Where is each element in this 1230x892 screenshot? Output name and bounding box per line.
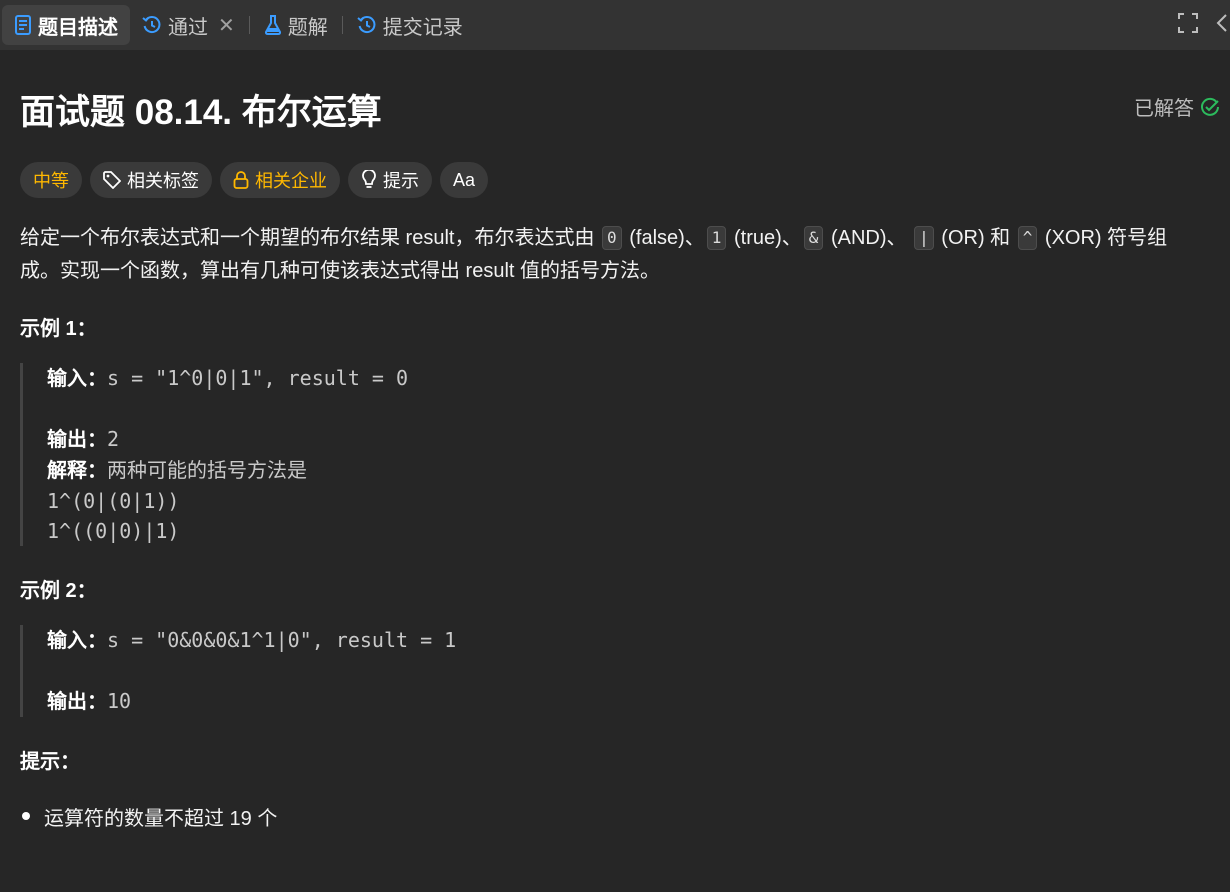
related-companies-label: 相关企业: [255, 171, 327, 191]
difficulty-label: 中等: [33, 171, 69, 191]
list-item: 运算符的数量不超过 19 个: [22, 802, 1210, 831]
fullscreen-icon[interactable]: [1178, 12, 1198, 38]
tab-description-label: 题目描述: [38, 16, 118, 39]
example-1-heading: 示例 1：: [20, 318, 97, 340]
tab-solutions-label: 题解: [287, 16, 328, 39]
output-label: 输出：: [47, 429, 107, 451]
tab-bar-actions: [1178, 0, 1230, 50]
input-label: 输入：: [47, 368, 107, 390]
input-value: s = "0&0&0&1^1|0", result = 1: [107, 628, 457, 652]
input-label: 输入：: [47, 630, 107, 652]
inline-code: 0: [602, 226, 622, 250]
desc-text: (OR) 和: [935, 227, 1016, 249]
tab-accepted[interactable]: 通过 ✕: [130, 5, 247, 45]
example-1-explain: 解释：两种可能的括号方法是: [47, 455, 1210, 486]
example-1-output: 输出：2: [47, 424, 1210, 455]
check-circle-icon: [1201, 97, 1219, 116]
desc-text: 给定一个布尔表达式和一个期望的布尔结果 result，布尔表达式由: [20, 227, 601, 249]
example-1-input: 输入：s = "1^0|0|1", result = 0: [47, 363, 1210, 394]
example-2-input: 输入：s = "0&0&0&1^1|0", result = 1: [47, 625, 1210, 656]
inline-code: |: [914, 226, 934, 250]
solved-label: 已解答: [1134, 98, 1194, 120]
tab-solutions[interactable]: 题解: [252, 5, 340, 45]
history-icon: [357, 16, 376, 33]
related-tags-label: 相关标签: [127, 171, 199, 191]
related-companies-button[interactable]: 相关企业: [220, 162, 340, 198]
lightbulb-icon: [362, 170, 376, 188]
hint-button[interactable]: 提示: [348, 162, 432, 198]
problem-content: 面试题 08.14. 布尔运算 已解答 中等 相关标签 相关企业 提示 Aa 给…: [20, 50, 1219, 831]
problem-description: 给定一个布尔表达式和一个期望的布尔结果 result，布尔表达式由 0 (fal…: [20, 222, 1190, 288]
close-icon[interactable]: ✕: [218, 13, 235, 38]
inline-code: ^: [1017, 226, 1038, 250]
translate-icon: Aa: [453, 169, 476, 190]
inline-code: 1: [706, 226, 727, 250]
tab-bar: 题目描述 通过 ✕ 题解 提交记录: [0, 0, 1230, 50]
desc-text: (false)、: [623, 227, 705, 249]
difficulty-badge: 中等: [20, 162, 82, 198]
desc-text: (AND)、: [825, 227, 913, 249]
explain-label: 解释：: [47, 460, 107, 482]
tab-divider: [248, 16, 250, 34]
tab-submissions[interactable]: 提交记录: [345, 5, 475, 45]
tips-heading: 提示：: [20, 751, 80, 773]
flask-icon: [264, 15, 281, 35]
hint-label: 提示: [383, 171, 419, 191]
title-row: 面试题 08.14. 布尔运算 已解答: [20, 50, 1219, 160]
tab-description[interactable]: 题目描述: [2, 5, 130, 45]
history-icon: [142, 16, 161, 33]
example-2-heading: 示例 2：: [20, 580, 97, 602]
translate-button[interactable]: Aa: [440, 162, 489, 198]
inline-code: &: [803, 226, 824, 250]
document-icon: [15, 15, 31, 35]
tag-row: 中等 相关标签 相关企业 提示 Aa: [20, 160, 1210, 200]
chevron-left-icon[interactable]: [1216, 13, 1228, 38]
input-value: s = "1^0|0|1", result = 0: [107, 366, 409, 390]
output-value: 10: [107, 689, 132, 713]
tab-submissions-label: 提交记录: [382, 16, 463, 39]
desc-text: (true)、: [728, 227, 802, 249]
output-label: 输出：: [47, 691, 107, 713]
tab-accepted-label: 通过: [168, 16, 208, 39]
example-2-output: 输出：10: [47, 686, 1210, 717]
explain-value: 两种可能的括号方法是: [107, 460, 307, 482]
tips-list: 运算符的数量不超过 19 个: [20, 802, 1210, 831]
example-1-line: 1^((0|0)|1): [47, 519, 180, 543]
tag-icon: [103, 171, 121, 189]
lock-icon: [233, 171, 249, 189]
solved-status: 已解答: [1134, 92, 1220, 121]
example-1-line: 1^(0|(0|1)): [47, 489, 180, 513]
example-2-block: 输入：s = "0&0&0&1^1|0", result = 1 输出：10: [20, 625, 1210, 717]
tab-divider: [341, 16, 343, 34]
related-tags-button[interactable]: 相关标签: [90, 162, 212, 198]
problem-title: 面试题 08.14. 布尔运算: [20, 93, 382, 132]
output-value: 2: [107, 427, 120, 451]
example-1-block: 输入：s = "1^0|0|1", result = 0 输出：2 解释：两种可…: [20, 363, 1210, 546]
